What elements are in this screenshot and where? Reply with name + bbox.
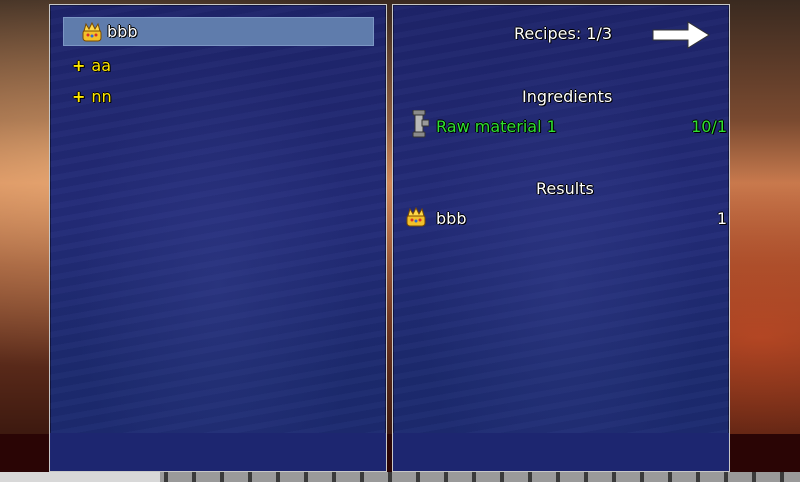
recipes-counter: Recipes: 1/3	[514, 24, 613, 43]
recipe-detail-panel	[392, 4, 730, 472]
ingredient-name: Raw material 1	[436, 117, 557, 136]
results-title: Results	[536, 179, 594, 198]
plus-icon: +	[72, 55, 86, 75]
result-name: bbb	[436, 209, 467, 228]
ingredient-count: 10/1	[691, 117, 727, 136]
crown-icon	[82, 21, 102, 41]
plus-icon: +	[72, 86, 86, 106]
recipe-list-item-nn[interactable]: + nn	[72, 85, 112, 107]
result-row[interactable]: bbb 1	[405, 205, 727, 231]
recipe-list-item-label: aa	[91, 55, 112, 75]
crown-icon	[406, 206, 426, 227]
ingredient-row[interactable]: Raw material 1 10/1	[409, 110, 727, 140]
result-count: 1	[716, 209, 727, 228]
bottom-strip-highlight	[0, 472, 160, 482]
recipe-list-item-label: nn	[91, 86, 112, 106]
recipe-list-item-bbb[interactable]: bbb	[63, 17, 374, 46]
recipe-list-item-label: bbb	[107, 22, 138, 41]
pipe-icon	[412, 110, 429, 138]
ingredients-title: Ingredients	[522, 87, 613, 106]
recipe-list-item-aa[interactable]: + aa	[72, 54, 111, 76]
right-arrow-icon[interactable]	[652, 21, 710, 49]
